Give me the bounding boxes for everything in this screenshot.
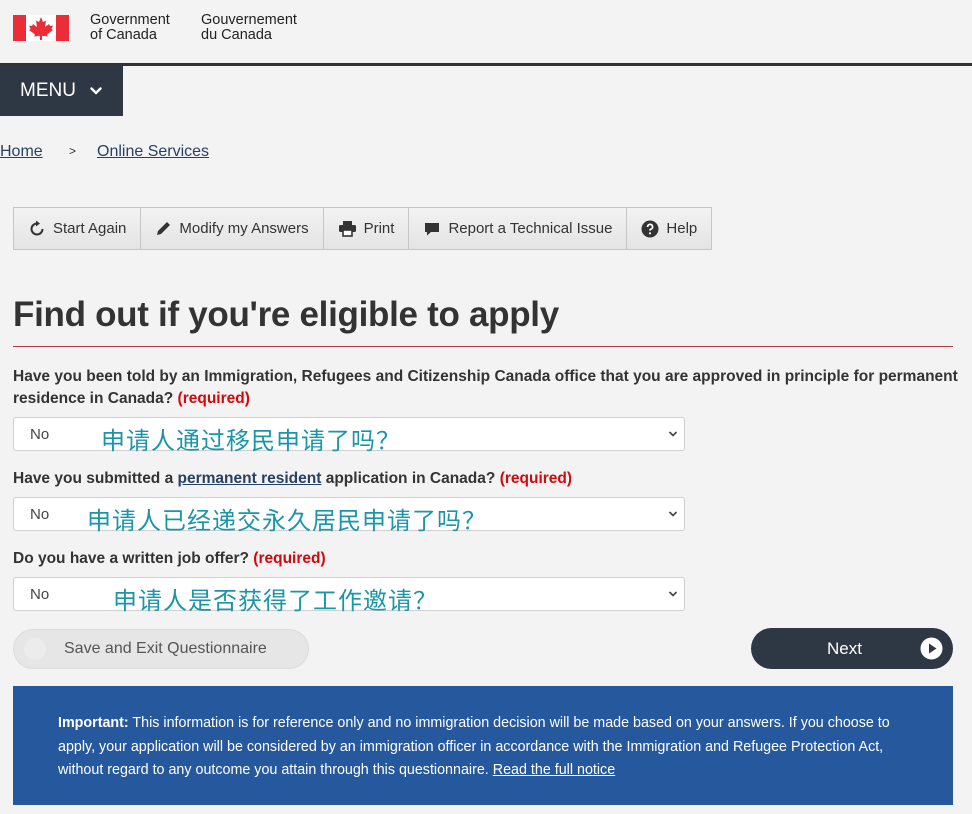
print-button[interactable]: Print: [323, 208, 410, 249]
question-2-annotation: 申请人已经递交永久居民申请了吗？: [87, 507, 487, 535]
important-notice: Important: This information is for refer…: [13, 686, 953, 805]
start-again-button[interactable]: Start Again: [14, 208, 142, 249]
gov-name-french-line1: Gouvernement: [201, 12, 297, 28]
gov-name-french: Gouvernement du Canada: [201, 13, 297, 43]
select-chevron-icon: [668, 511, 678, 517]
question-circle-icon: [641, 220, 659, 237]
modify-answers-label: Modify my Answers: [179, 220, 309, 237]
comment-icon: [425, 222, 440, 235]
canada-flag-logo: [13, 15, 69, 41]
menu-label: MENU: [20, 80, 76, 101]
save-and-exit-button[interactable]: Save and Exit Questionnaire: [13, 629, 309, 669]
gov-name-english: Government of Canada: [90, 13, 170, 43]
page-title: Find out if you're eligible to apply: [13, 295, 559, 334]
question-2-value: No: [30, 506, 50, 523]
pencil-icon: [157, 222, 171, 235]
question-3-required: (required): [253, 550, 326, 567]
gov-name-english-line2: of Canada: [90, 27, 157, 43]
question-2-text-before: Have you submitted a: [13, 470, 174, 487]
question-1-label: Have you been told by an Immigration, Re…: [13, 366, 958, 410]
read-full-notice-link[interactable]: Read the full notice: [493, 762, 615, 778]
start-again-label: Start Again: [53, 220, 127, 237]
question-1-value: No: [30, 426, 50, 443]
question-1-required: (required): [177, 390, 250, 407]
print-label: Print: [363, 220, 395, 237]
breadcrumb-online-services[interactable]: Online Services: [97, 143, 209, 161]
title-divider: [13, 346, 953, 347]
question-2-required: (required): [499, 470, 573, 487]
question-1-annotation: 申请人通过移民申请了吗？: [101, 427, 401, 455]
chevron-down-icon: [90, 87, 102, 95]
help-label: Help: [666, 220, 698, 237]
modify-answers-button[interactable]: Modify my Answers: [141, 208, 324, 249]
save-icon: [24, 638, 46, 660]
questionnaire-toolbar: Start Again Modify my Answers Print Repo…: [13, 207, 713, 250]
gov-name-english-line1: Government: [90, 12, 170, 28]
select-chevron-icon: [668, 431, 678, 437]
play-circle-icon: [920, 637, 943, 660]
next-button[interactable]: Next: [751, 628, 953, 669]
breadcrumb-separator: >: [69, 144, 77, 158]
question-3-value: No: [30, 586, 50, 603]
question-2-text-after: application in Canada?: [325, 470, 496, 487]
notice-label: Important:: [58, 715, 129, 731]
next-label: Next: [827, 639, 862, 658]
select-chevron-icon: [668, 591, 678, 597]
question-1-text: Have you been told by an Immigration, Re…: [13, 368, 958, 407]
menu-button[interactable]: MENU: [0, 66, 123, 116]
permanent-resident-link[interactable]: permanent resident: [178, 470, 322, 487]
save-and-exit-label: Save and Exit Questionnaire: [64, 640, 267, 657]
breadcrumb-home[interactable]: Home: [0, 143, 43, 161]
gov-name-french-line2: du Canada: [201, 27, 272, 43]
question-2-label: Have you submitted a permanent resident …: [13, 468, 958, 490]
refresh-icon: [30, 220, 44, 235]
question-3-label: Do you have a written job offer? (requir…: [13, 548, 958, 570]
report-issue-label: Report a Technical Issue: [448, 220, 613, 237]
question-3-annotation: 申请人是否获得了工作邀请？: [113, 587, 438, 615]
help-button[interactable]: Help: [627, 208, 713, 249]
header-divider: [0, 63, 972, 66]
report-issue-button[interactable]: Report a Technical Issue: [409, 208, 628, 249]
question-3-text: Do you have a written job offer?: [13, 550, 249, 567]
notice-text: This information is for reference only a…: [58, 715, 890, 778]
printer-icon: [338, 221, 356, 237]
